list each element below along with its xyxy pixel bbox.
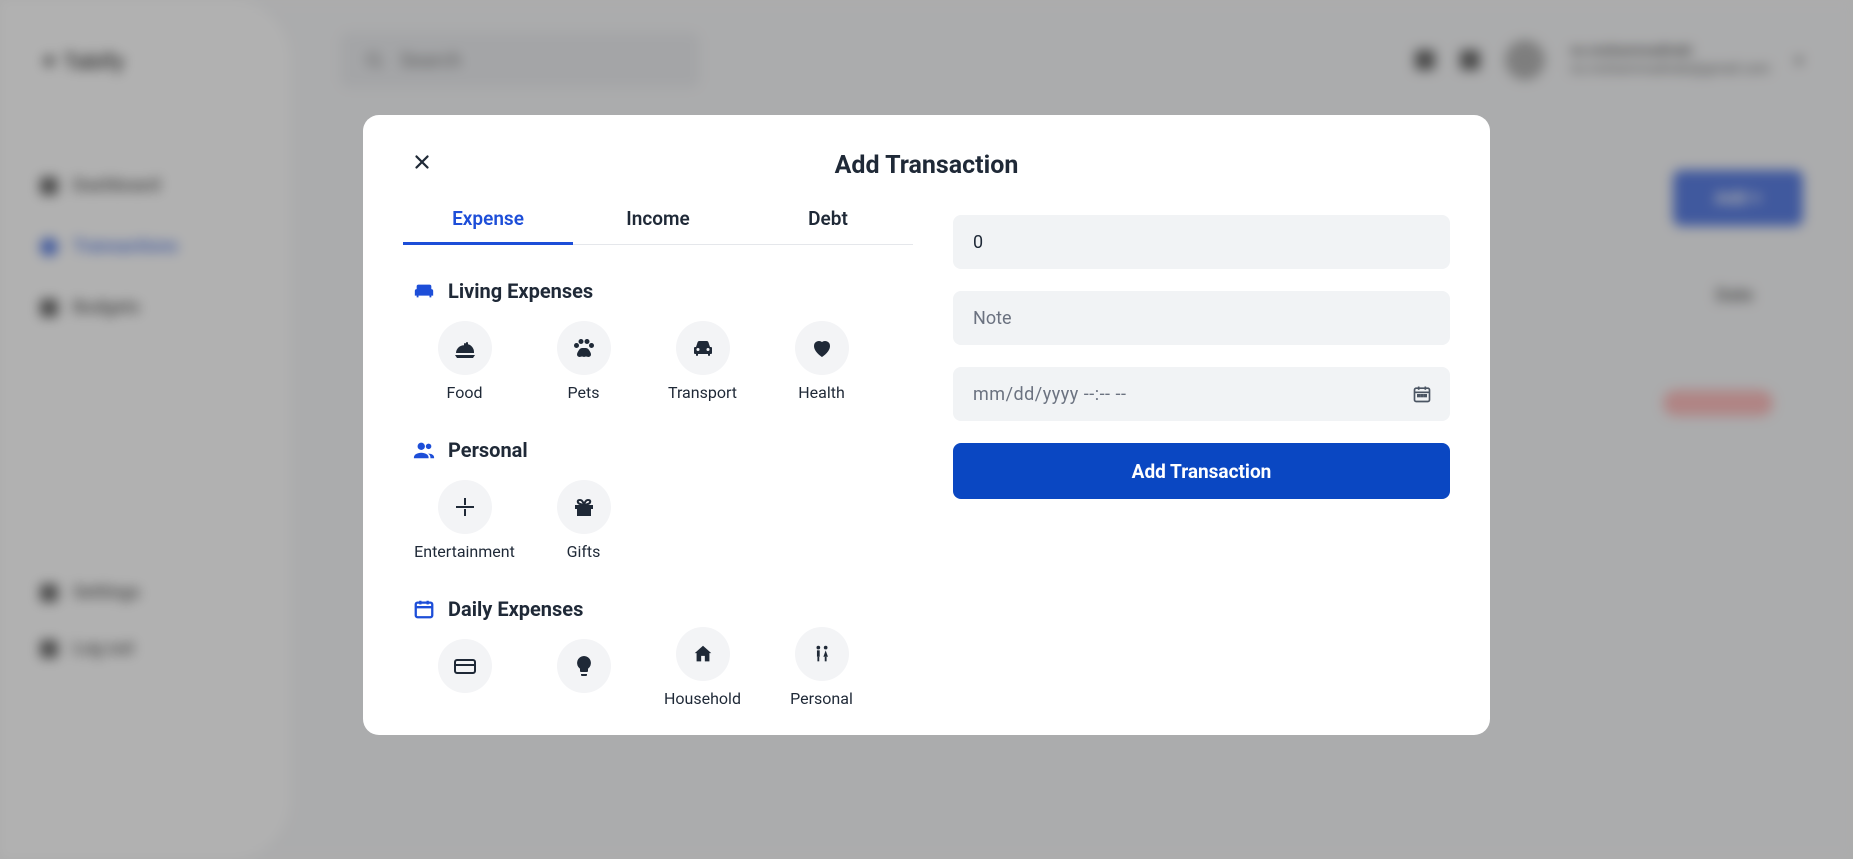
calendar-picker-icon[interactable] — [1412, 384, 1432, 404]
couch-icon — [413, 280, 435, 302]
group-daily-expenses: Daily Expenses — [407, 597, 909, 720]
paw-icon — [572, 336, 596, 360]
gift-icon — [572, 495, 596, 519]
category-personal-daily[interactable]: Personal — [764, 627, 879, 708]
note-input[interactable] — [973, 308, 1430, 329]
category-health[interactable]: Health — [764, 321, 879, 402]
heart-icon — [810, 336, 834, 360]
category-household[interactable]: Household — [645, 627, 760, 708]
credit-card-icon — [453, 654, 477, 678]
group-living-expenses: Living Expenses Food Pets — [407, 279, 909, 402]
tab-expense[interactable]: Expense — [403, 207, 573, 244]
category-gifts[interactable]: Gifts — [526, 480, 641, 561]
close-icon — [411, 151, 433, 173]
tab-income[interactable]: Income — [573, 207, 743, 244]
calendar-icon — [413, 598, 435, 620]
group-title: Personal — [448, 438, 528, 462]
people-icon — [413, 439, 435, 461]
add-transaction-modal: Add Transaction Expense Income Debt — [363, 115, 1490, 735]
category-utilities[interactable] — [526, 639, 641, 720]
category-pets[interactable]: Pets — [526, 321, 641, 402]
amount-input[interactable] — [973, 232, 1430, 253]
tab-debt[interactable]: Debt — [743, 207, 913, 244]
category-card[interactable] — [407, 639, 522, 720]
amount-field-wrapper — [953, 215, 1450, 269]
date-field[interactable]: mm/dd/yyyy --:-- -- — [953, 367, 1450, 421]
house-icon — [692, 643, 714, 665]
date-placeholder: mm/dd/yyyy --:-- -- — [973, 384, 1126, 405]
group-personal: Personal Entertainment Gifts — [407, 438, 909, 561]
note-field-wrapper — [953, 291, 1450, 345]
modal-overlay: Add Transaction Expense Income Debt — [0, 0, 1853, 859]
add-transaction-button[interactable]: Add Transaction — [953, 443, 1450, 499]
group-title: Daily Expenses — [448, 597, 583, 621]
close-button[interactable] — [407, 147, 437, 181]
category-scroll[interactable]: Living Expenses Food Pets — [403, 245, 913, 735]
car-icon — [691, 336, 715, 360]
gamepad-icon — [453, 495, 477, 519]
food-icon — [453, 336, 477, 360]
category-entertainment[interactable]: Entertainment — [407, 480, 522, 561]
group-title: Living Expenses — [448, 279, 593, 303]
category-transport[interactable]: Transport — [645, 321, 760, 402]
category-food[interactable]: Food — [407, 321, 522, 402]
bulb-icon — [572, 654, 596, 678]
transaction-type-tabs: Expense Income Debt — [403, 207, 913, 245]
category-panel: Expense Income Debt Living Expenses — [403, 207, 913, 735]
modal-title: Add Transaction — [835, 151, 1019, 180]
transaction-form: mm/dd/yyyy --:-- -- Add Transaction — [913, 207, 1450, 735]
restroom-icon — [811, 643, 833, 665]
